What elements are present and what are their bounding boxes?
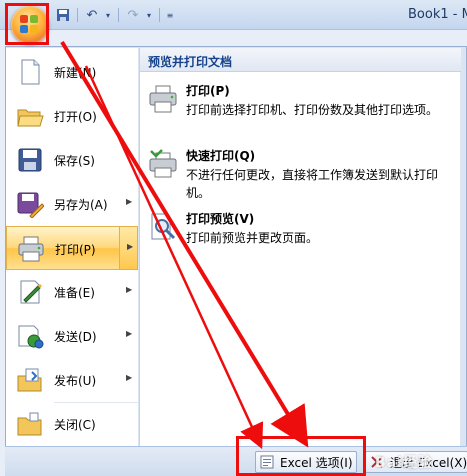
menu-item-label: 准备(E)	[54, 286, 95, 300]
save-disk-icon	[16, 146, 44, 174]
prepare-icon	[16, 278, 44, 306]
toolbar-separator	[77, 8, 78, 22]
quick-print-icon	[148, 149, 178, 179]
toolbar-separator	[159, 8, 160, 22]
watermark: Bai经验	[375, 455, 433, 471]
menu-item-label: 发送(D)	[54, 330, 97, 344]
submenu-arrow-icon: ▶	[126, 373, 133, 382]
menu-item-new[interactable]: 新建(N)	[6, 50, 138, 94]
toolbar-separator	[118, 8, 119, 22]
printer-icon	[17, 235, 45, 263]
submenu-item-print[interactable]: 打印(P) 打印前选择打印机、打印份数及其他打印选项。	[140, 80, 461, 140]
menu-item-open[interactable]: 打开(O)	[6, 94, 138, 138]
title-bar: ↶ ▾ ↷ ▾ ≡ Book1 - M	[0, 0, 467, 30]
submenu-item-description: 打印前选择打印机、打印份数及其他打印选项。	[186, 103, 439, 117]
submenu-item-print-preview[interactable]: 打印预览(V) 打印前预览并更改页面。	[140, 208, 461, 268]
print-preview-icon	[148, 212, 178, 242]
submenu-arrow-icon: ▶	[126, 197, 133, 206]
menu-item-send[interactable]: 发送(D) ▶	[6, 314, 138, 358]
submenu-item-title: 打印预览(V)	[186, 212, 255, 226]
menu-item-label: 新建(N)	[54, 66, 97, 80]
save-as-icon	[16, 190, 45, 219]
menu-item-label: 保存(S)	[54, 154, 95, 168]
menu-item-label: 关闭(C)	[54, 418, 96, 432]
highlight-box-excel-options	[236, 436, 366, 476]
print-submenu: 预览并打印文档 打印(P) 打印前选择打印机、打印份数及其他打印选项。 快速打印…	[139, 48, 461, 446]
submenu-item-description: 不进行任何更改，直接将工作簿发送到默认打印机。	[186, 168, 439, 200]
highlight-box-office-button	[5, 3, 49, 45]
submenu-arrow-icon: ▶	[127, 242, 134, 251]
menu-item-save-as[interactable]: 另存为(A) ▶	[6, 182, 138, 226]
printer-icon	[148, 84, 178, 114]
submenu-arrow-icon: ▶	[126, 329, 133, 338]
submenu-item-quick-print[interactable]: 快速打印(Q) 不进行任何更改，直接将工作簿发送到默认打印机。	[140, 145, 461, 205]
office-menu-commands: 新建(N) 打开(O) 保存(S) 另存为(A) ▶ 打印(P) ▶ 准备(E)	[6, 48, 138, 446]
menu-item-label: 打印(P)	[55, 243, 96, 257]
quick-access-toolbar: ↶ ▾ ↷ ▾ ≡	[55, 6, 174, 24]
menu-item-prepare[interactable]: 准备(E) ▶	[6, 270, 138, 314]
menu-item-label: 另存为(A)	[54, 198, 108, 212]
publish-icon	[16, 366, 44, 394]
menu-item-close[interactable]: 关闭(C)	[6, 402, 138, 446]
submenu-header: 预览并打印文档	[140, 48, 461, 72]
open-folder-icon	[16, 102, 44, 130]
chevron-down-icon[interactable]: ▾	[104, 7, 112, 23]
window-title: Book1 - M	[408, 7, 467, 22]
menu-item-print[interactable]: 打印(P) ▶	[6, 226, 138, 270]
submenu-item-title: 打印(P)	[186, 84, 230, 98]
new-document-icon	[16, 58, 44, 86]
undo-icon[interactable]: ↶	[84, 7, 100, 23]
menu-item-label: 打开(O)	[54, 110, 97, 124]
menu-item-publish[interactable]: 发布(U) ▶	[6, 358, 138, 402]
submenu-item-title: 快速打印(Q)	[186, 149, 256, 163]
send-icon	[16, 322, 44, 350]
menu-item-save[interactable]: 保存(S)	[6, 138, 138, 182]
close-folder-icon	[16, 410, 44, 438]
redo-icon[interactable]: ↷	[125, 7, 141, 23]
customize-toolbar-icon[interactable]: ≡	[166, 7, 174, 23]
menu-item-label: 发布(U)	[54, 374, 97, 388]
chevron-down-icon[interactable]: ▾	[145, 7, 153, 23]
submenu-item-description: 打印前预览并更改页面。	[186, 231, 319, 245]
submenu-arrow-icon: ▶	[126, 285, 133, 294]
